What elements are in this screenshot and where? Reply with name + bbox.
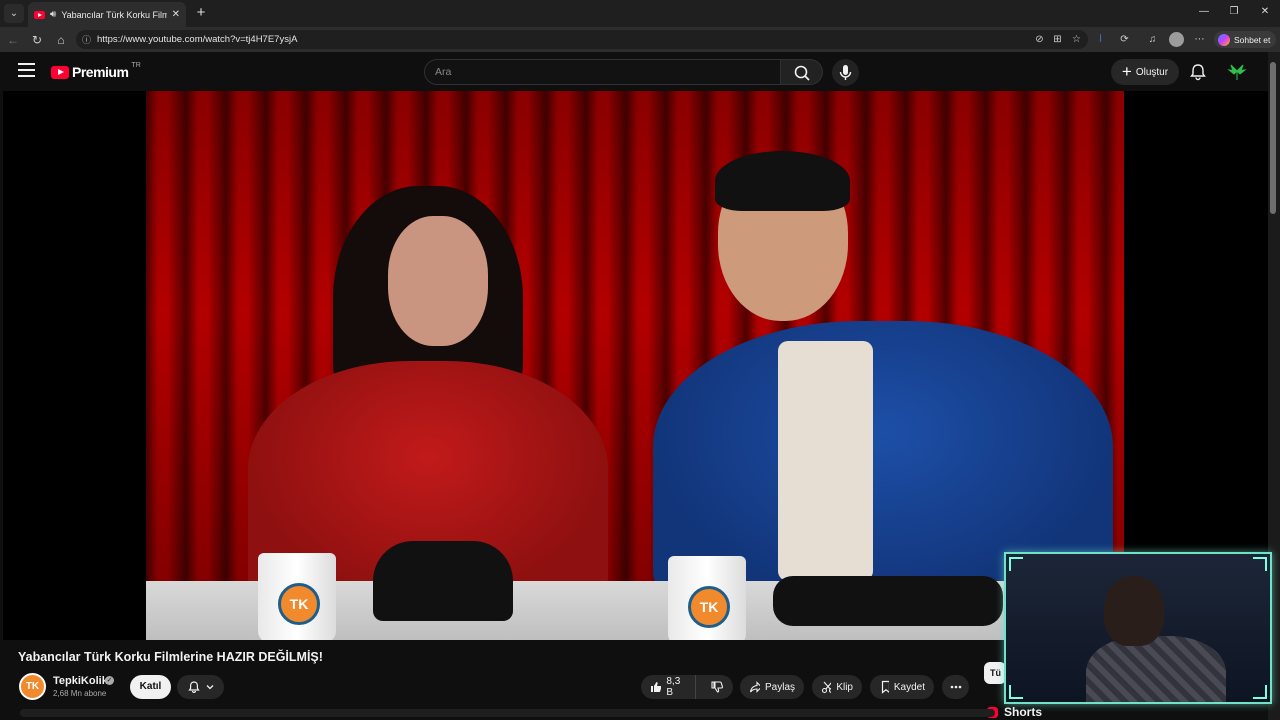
clip-button[interactable]: Klip — [812, 675, 862, 699]
thumbs-down-icon — [711, 681, 724, 693]
search-box — [424, 59, 781, 85]
youtube-premium-logo[interactable]: Premium TR — [51, 61, 141, 80]
share-icon — [749, 681, 760, 693]
browser-tab[interactable]: 🔊︎ Yabancılar Türk Korku Filmlerine HAZI… — [28, 2, 186, 27]
scrollbar-thumb[interactable] — [1270, 62, 1276, 214]
youtube-favicon-icon — [34, 10, 45, 19]
window-close-icon[interactable]: ✕ — [1257, 6, 1273, 20]
filter-chip-all[interactable]: Tü — [984, 662, 1006, 684]
search-icon — [794, 65, 810, 81]
frame-corner-decoration — [1009, 557, 1023, 571]
video-person-left-face — [388, 216, 488, 346]
grid-icon[interactable]: ⊞ — [1051, 33, 1064, 46]
copilot-label: Sohbet et — [1234, 34, 1271, 45]
webcam-overlay — [1004, 552, 1272, 704]
more-horizontal-icon — [950, 685, 961, 689]
tab-title: Yabancılar Türk Korku Filmlerine HAZIR D… — [61, 9, 167, 20]
browser-tab-bar: ⌄ 🔊︎ Yabancılar Türk Korku Filmlerine HA… — [0, 0, 1280, 27]
video-mug-right: TK — [668, 556, 746, 640]
video-title: Yabancılar Türk Korku Filmlerine HAZIR D… — [18, 650, 323, 664]
video-person-right-shirt — [778, 341, 873, 581]
save-button[interactable]: Kaydet — [870, 675, 934, 699]
copilot-button[interactable]: Sohbet et — [1214, 31, 1276, 48]
scissors-icon — [821, 681, 832, 694]
refresh-icon[interactable]: ↻ — [29, 32, 45, 48]
like-button[interactable]: 8,3 B — [641, 675, 696, 699]
thumbs-up-icon — [651, 682, 662, 692]
description-box-edge[interactable] — [20, 709, 995, 717]
streamer-figure — [1086, 576, 1226, 702]
mug-logo: TK — [688, 586, 730, 628]
new-tab-icon[interactable]: + — [193, 5, 209, 21]
hamburger-menu-icon[interactable] — [18, 63, 35, 77]
verified-badge-icon: ✓ — [105, 676, 114, 685]
bell-icon — [1190, 64, 1206, 81]
streamer-body — [1086, 636, 1226, 702]
url-text[interactable]: https://www.youtube.com/watch?v=tj4H7E7y… — [97, 34, 297, 45]
create-button[interactable]: + Oluştur — [1111, 59, 1179, 85]
clip-label: Klip — [836, 681, 853, 693]
share-label: Paylaş — [764, 681, 795, 693]
search-button[interactable] — [781, 59, 823, 85]
chevron-down-icon — [206, 685, 213, 690]
create-label: Oluştur — [1135, 66, 1169, 78]
collections-icon[interactable]: ♫ — [1146, 33, 1159, 46]
microphone-icon — [839, 65, 852, 80]
home-icon[interactable]: ⌂ — [53, 32, 69, 48]
subscription-notifications-button[interactable] — [177, 675, 224, 699]
video-person-right-hair — [715, 151, 850, 211]
close-tab-icon[interactable]: ✕ — [172, 9, 180, 20]
plus-icon: + — [1121, 62, 1132, 81]
extension-icon[interactable]: ⟳ — [1118, 33, 1131, 46]
star-icon[interactable]: ☆ — [1070, 33, 1083, 46]
speaker-icon[interactable]: 🔊︎ — [50, 9, 56, 20]
url-field[interactable]: ⓘ https://www.youtube.com/watch?v=tj4H7E… — [76, 30, 1088, 49]
shorts-section-title[interactable]: Shorts — [1004, 705, 1042, 719]
channel-name[interactable]: TepkiKolik — [53, 675, 108, 687]
frame-corner-decoration — [1009, 685, 1023, 699]
address-bar-row: ← ↻ ⌂ ⓘ https://www.youtube.com/watch?v=… — [0, 27, 1280, 52]
minimize-icon[interactable]: — — [1196, 6, 1212, 20]
bookmark-icon — [881, 680, 889, 694]
channel-avatar[interactable]: TK — [19, 673, 46, 700]
account-avatar-icon — [1227, 64, 1247, 80]
wave-extension-icon[interactable]: ⦚ — [1094, 33, 1107, 46]
subscriber-count: 2,68 Mn abone — [53, 689, 107, 698]
video-headphones-right — [773, 576, 1003, 626]
info-icon[interactable]: ⓘ — [82, 33, 91, 46]
youtube-header: Premium TR + Oluştur — [0, 52, 1268, 91]
more-icon[interactable]: ⋯ — [1193, 33, 1206, 46]
save-label: Kaydet — [893, 681, 925, 693]
logo-region: TR — [131, 61, 141, 69]
more-actions-button[interactable] — [942, 675, 969, 699]
video-headphones-left — [373, 541, 513, 621]
restore-icon[interactable]: ❐ — [1226, 6, 1242, 20]
bell-icon — [187, 681, 200, 693]
frame-corner-decoration — [1253, 685, 1267, 699]
youtube-play-icon — [51, 65, 69, 79]
back-icon[interactable]: ← — [5, 32, 21, 48]
voice-search-button[interactable] — [832, 59, 859, 86]
notifications-button[interactable] — [1188, 62, 1208, 82]
account-avatar-button[interactable] — [1226, 62, 1248, 82]
streamer-head — [1104, 576, 1164, 646]
dislike-button[interactable] — [701, 675, 733, 699]
like-count: 8,3 B — [666, 676, 681, 698]
search-input[interactable] — [435, 66, 780, 78]
tab-list-icon[interactable]: ⌄ — [4, 4, 24, 23]
copilot-icon — [1218, 33, 1230, 46]
like-dislike-group: 8,3 B — [641, 675, 733, 699]
logo-text: Premium — [72, 64, 129, 80]
mug-logo: TK — [278, 583, 320, 625]
translate-icon[interactable]: ⊘ — [1033, 33, 1046, 46]
video-mug-left: TK — [258, 553, 336, 640]
join-button[interactable]: Katıl — [130, 675, 171, 699]
share-button[interactable]: Paylaş — [740, 675, 804, 699]
frame-corner-decoration — [1253, 557, 1267, 571]
profile-icon[interactable] — [1169, 32, 1184, 47]
